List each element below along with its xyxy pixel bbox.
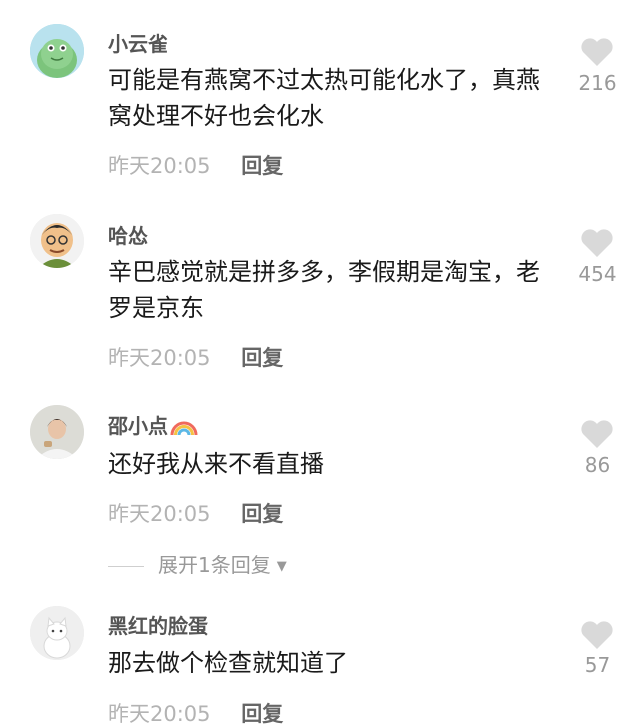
comment-meta: 昨天20:05 回复 (108, 698, 283, 728)
reply-button[interactable]: 回复 (241, 154, 283, 178)
comment-meta: 昨天20:05 回复 (108, 150, 283, 180)
like-count: 454 (578, 262, 617, 286)
reply-button[interactable]: 回复 (241, 502, 283, 526)
rainbow-icon (170, 421, 198, 436)
comment-time: 昨天20:05 (108, 502, 211, 526)
comment-text: 还好我从来不看直播 (108, 450, 324, 478)
divider-line (108, 566, 144, 567)
username[interactable]: 小云雀 (108, 28, 168, 57)
caret-down-icon: ▼ (276, 559, 287, 574)
heart-icon[interactable] (580, 37, 614, 67)
cartoon-man-avatar-icon (30, 214, 84, 268)
avatar[interactable] (30, 214, 84, 268)
white-cat-avatar-icon (30, 606, 84, 660)
avatar[interactable] (30, 606, 84, 660)
reply-button[interactable]: 回复 (241, 346, 283, 370)
person-photo-avatar-icon (30, 405, 84, 459)
like-count: 86 (584, 453, 611, 477)
green-frog-avatar-icon (30, 24, 84, 78)
comment-text: 辛巴感觉就是拼多多，李假期是淘宝，老罗是京东 (108, 258, 540, 322)
comment-meta: 昨天20:05 回复 (108, 342, 283, 372)
comment-text: 那去做个检查就知道了 (108, 649, 348, 677)
avatar[interactable] (30, 24, 84, 78)
expand-replies-label: 展开1条回复 (158, 553, 271, 577)
avatar[interactable] (30, 405, 84, 459)
comment-meta: 昨天20:05 回复 (108, 498, 283, 528)
like-count: 216 (578, 71, 617, 95)
comment-time: 昨天20:05 (108, 702, 211, 726)
expand-replies-button[interactable]: 展开1条回复 ▼ (108, 549, 287, 578)
heart-icon[interactable] (580, 620, 614, 650)
comment-text: 可能是有燕窝不过太热可能化水了，真燕窝处理不好也会化水 (108, 66, 540, 130)
username[interactable]: 哈怂 (108, 220, 148, 249)
username[interactable]: 黑红的脸蛋 (108, 610, 208, 639)
like-count: 57 (584, 653, 611, 677)
comment-time: 昨天20:05 (108, 154, 211, 178)
heart-icon[interactable] (580, 419, 614, 449)
heart-icon[interactable] (580, 228, 614, 258)
comment-time: 昨天20:05 (108, 346, 211, 370)
username-text: 邵小点 (108, 414, 168, 438)
reply-button[interactable]: 回复 (241, 702, 283, 726)
username[interactable]: 邵小点 (108, 410, 198, 439)
